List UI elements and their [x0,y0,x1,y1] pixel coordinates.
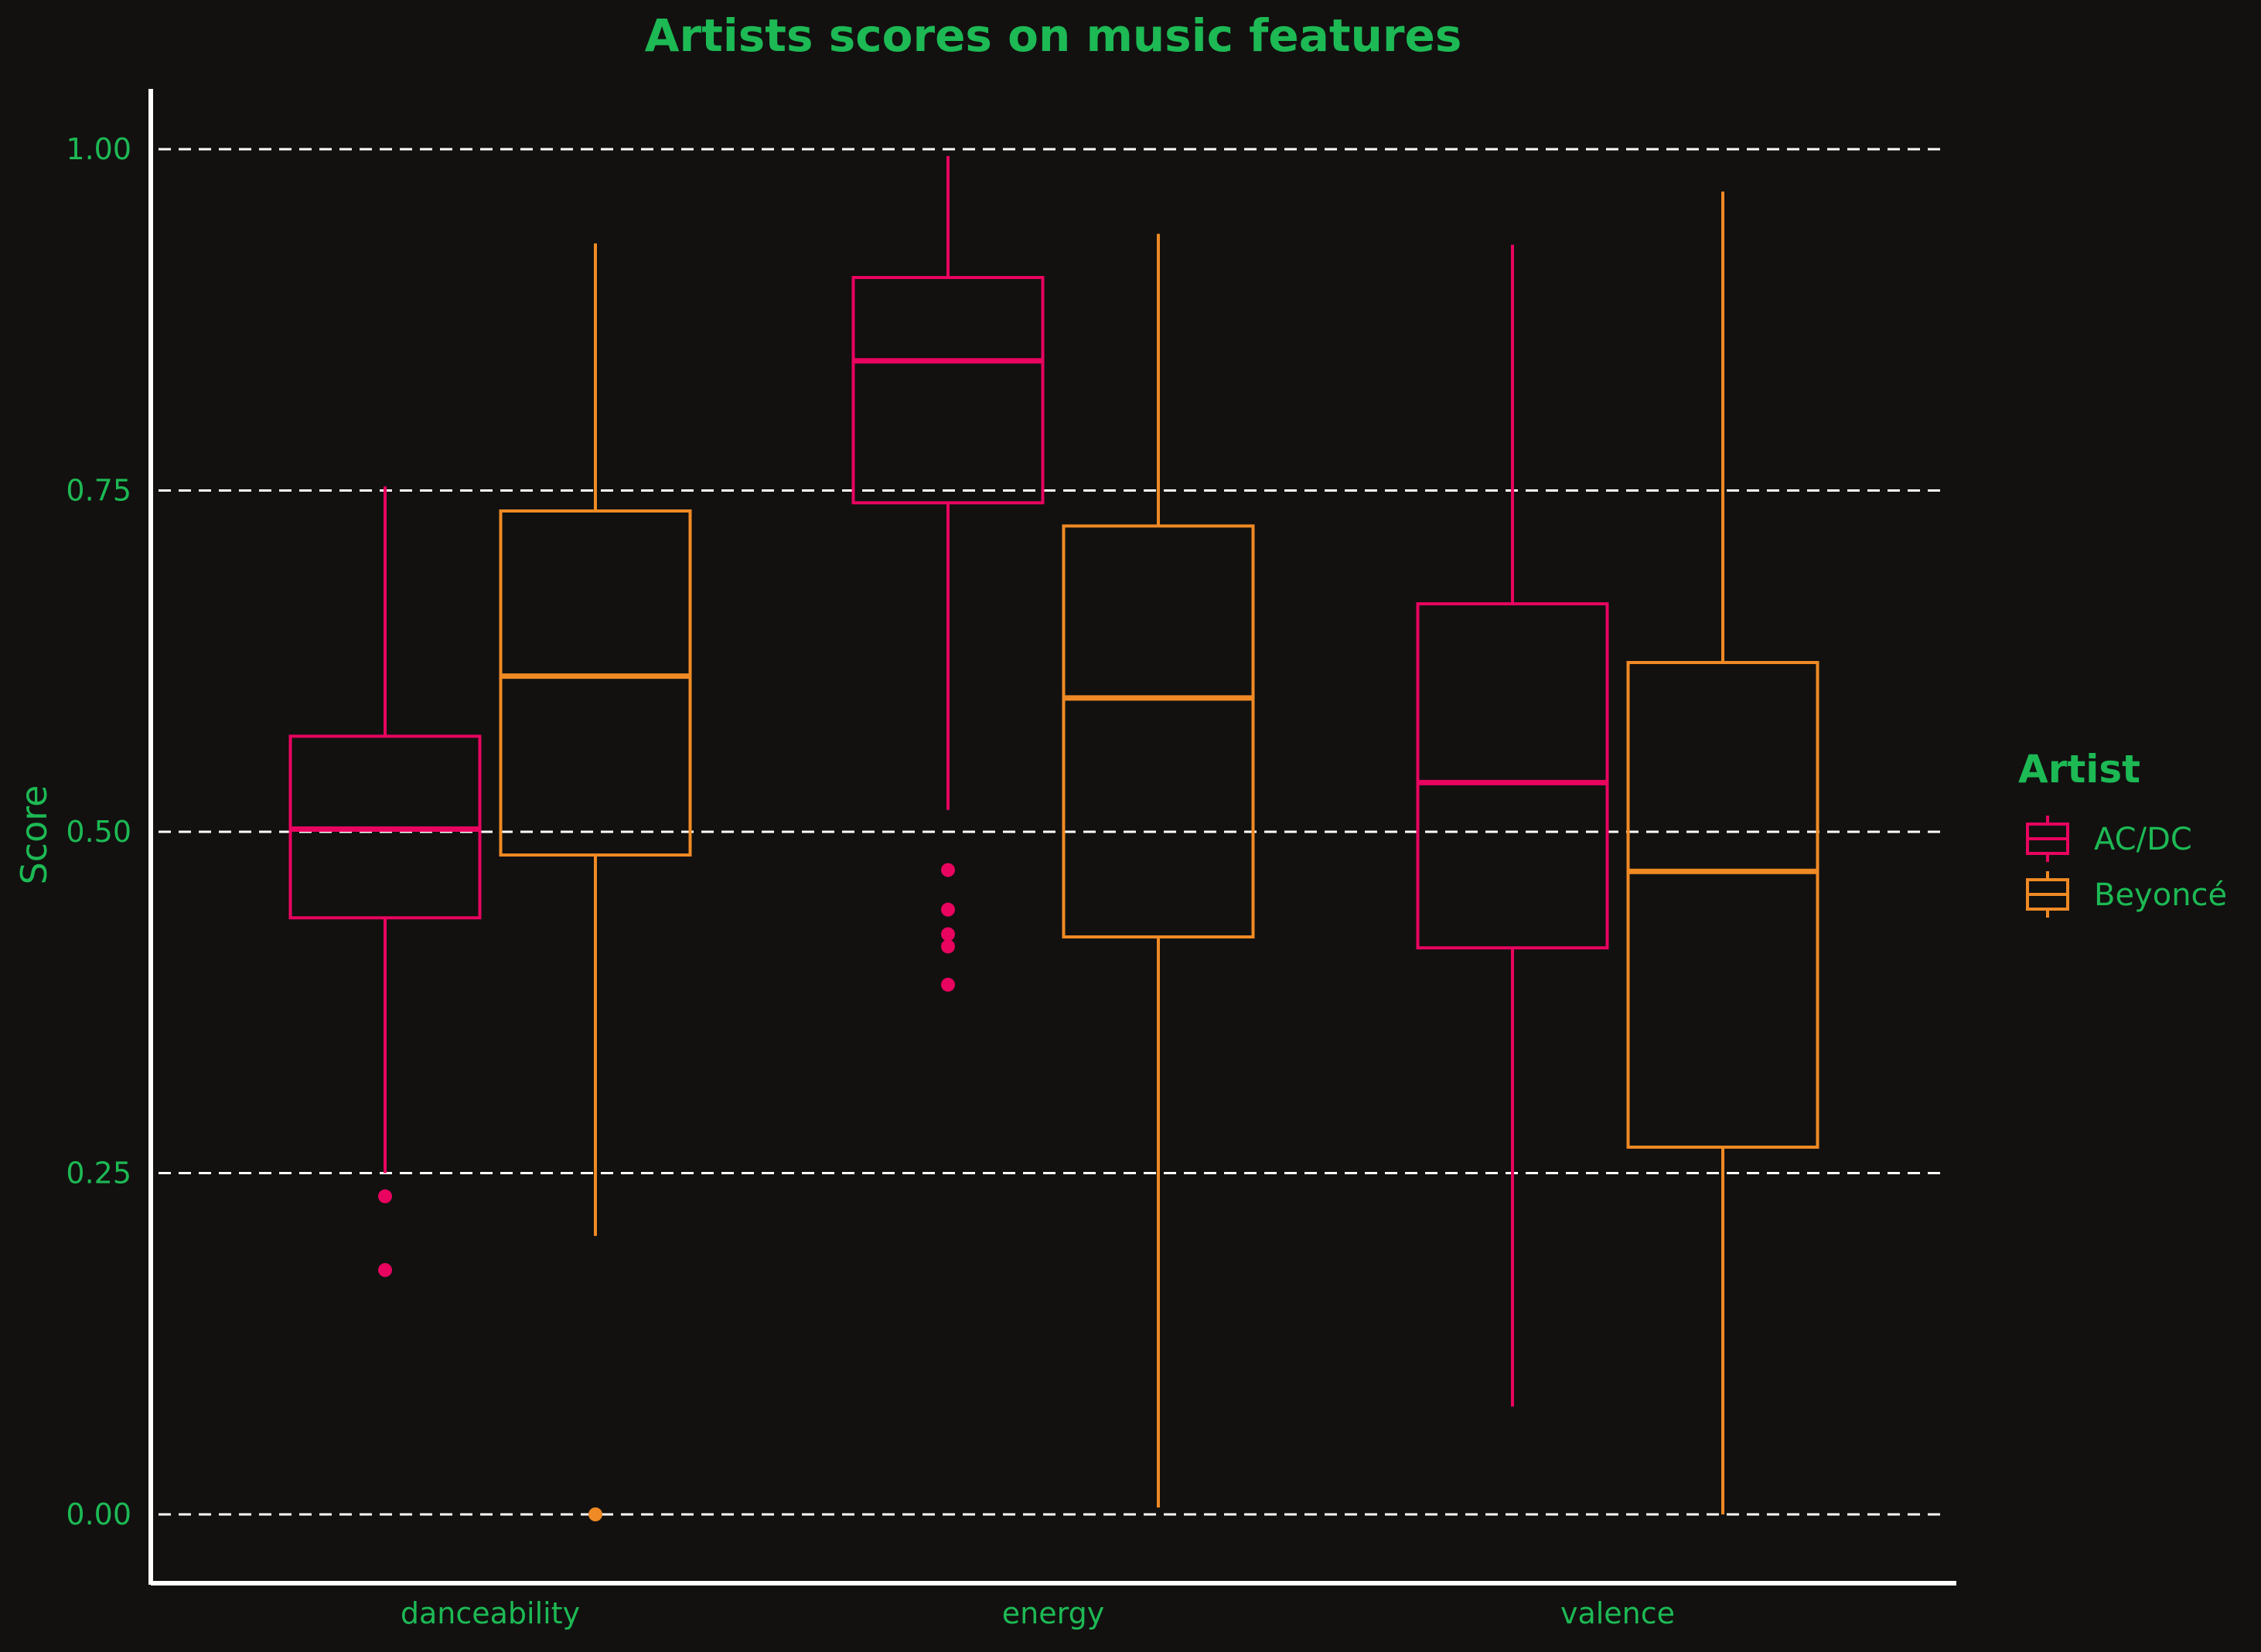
y-axis-ticks: 0.00 0.25 0.50 0.75 1.00 [66,132,131,1531]
box-body [1416,602,1609,950]
outlier-point [941,939,955,954]
box-AC/DC-danceability [288,486,482,1277]
outlier-point [941,863,955,877]
y-tick-label: 0.00 [66,1497,131,1531]
outlier-point [588,1507,602,1521]
x-tick-label: energy [1002,1596,1104,1630]
gridlines [159,148,1945,1516]
x-tick-label: valence [1560,1596,1675,1630]
y-tick-label: 0.75 [66,474,131,508]
legend-item-AC/DC: AC/DC [2026,816,2192,862]
legend-item-Beyoncé: Beyoncé [2026,871,2227,918]
y-axis-title: Score [13,785,55,885]
boxes [288,155,1819,1521]
outlier-point [941,977,955,992]
outlier-point [941,927,955,942]
y-tick-label: 0.25 [66,1156,131,1190]
outlier-point [378,1262,392,1277]
x-axis-ticks: danceability energy valence [401,1596,1675,1630]
legend-label: AC/DC [2094,822,2192,857]
legend-title: Artist [2018,747,2140,792]
x-tick-label: danceability [401,1596,580,1630]
y-tick-label: 1.00 [66,132,131,166]
chart-title: Artists scores on music features [645,9,1462,62]
box-body [1062,524,1255,938]
outlier-point [378,1189,392,1204]
y-tick-label: 0.50 [66,815,131,849]
box-AC/DC-valence [1416,244,1609,1407]
box-Beyoncé-danceability [499,243,692,1521]
box-Beyoncé-energy [1062,233,1255,1508]
boxplot-chart: Artists scores on music features Score 0… [13,9,2227,1630]
legend-label: Beyoncé [2094,877,2227,913]
box-Beyoncé-valence [1626,191,1819,1514]
box-body [851,276,1045,505]
box-body [1626,661,1819,1149]
box-AC/DC-energy [851,155,1045,992]
outlier-point [941,902,955,917]
box-body [499,509,692,857]
legend: Artist AC/DC Beyoncé [2018,747,2227,918]
